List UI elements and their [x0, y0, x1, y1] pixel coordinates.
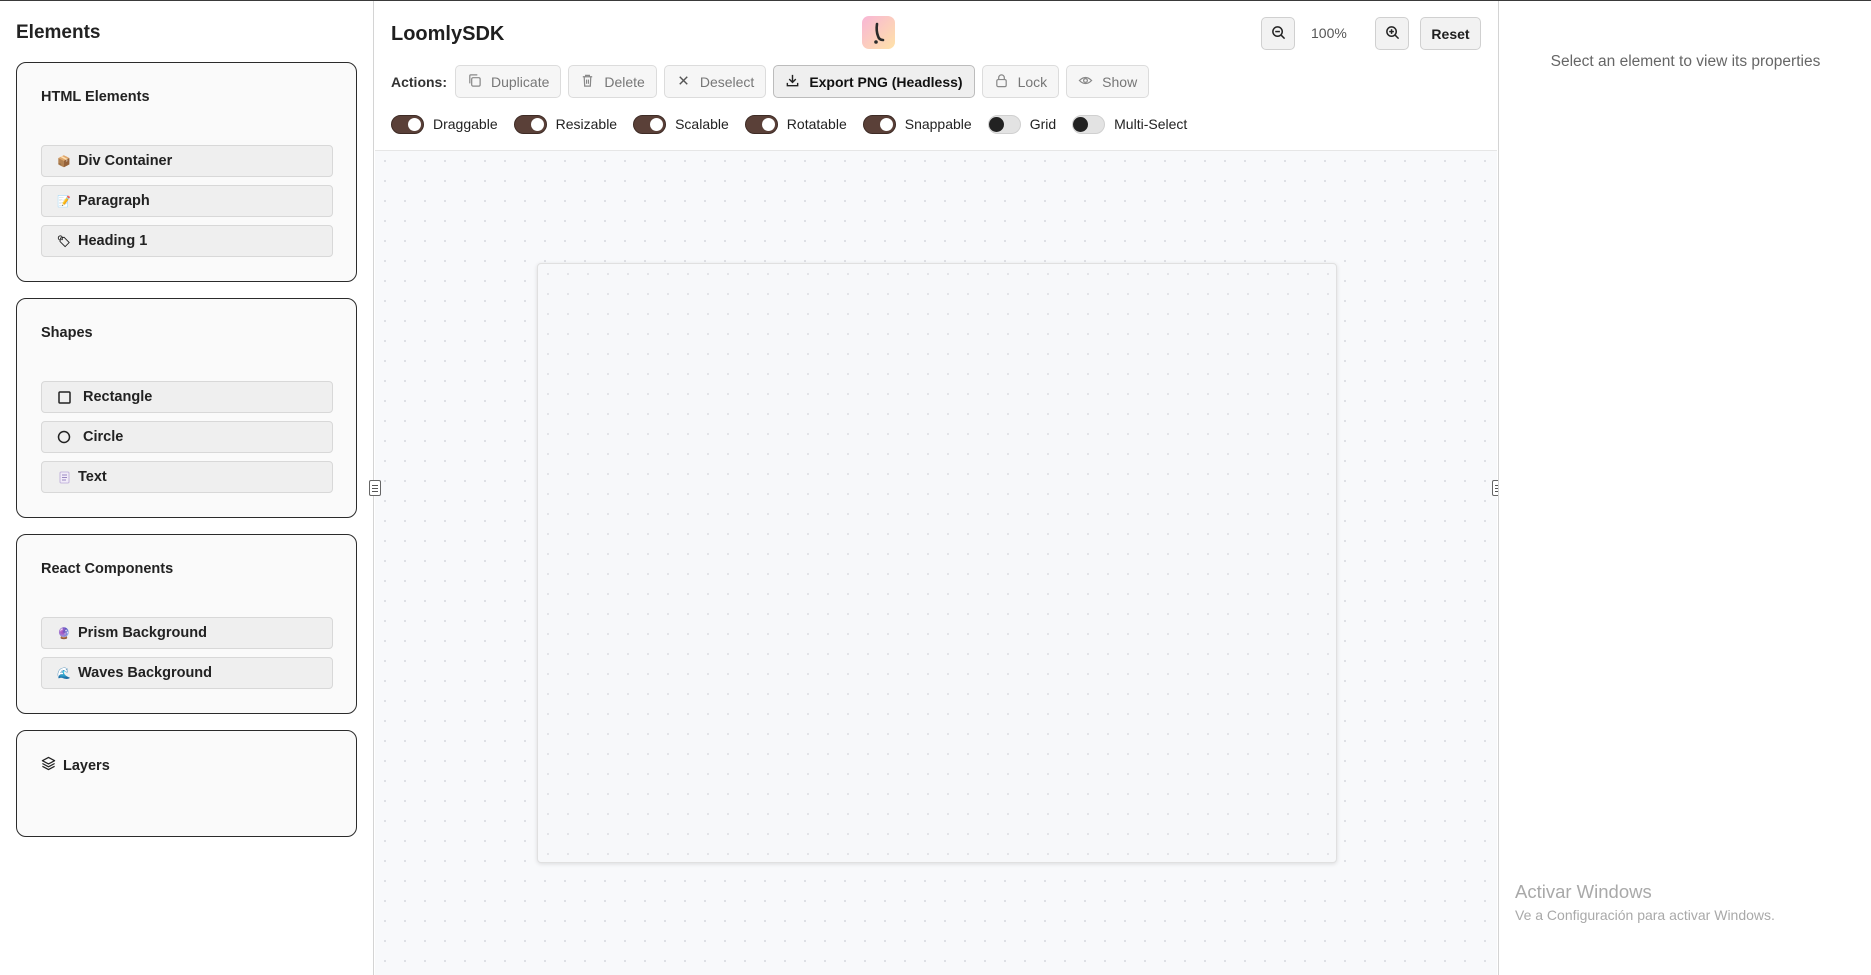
duplicate-label: Duplicate: [491, 73, 550, 90]
toggle-grid[interactable]: Grid: [987, 114, 1057, 134]
toggle-resizable[interactable]: Resizable: [513, 114, 618, 134]
toggle-snappable[interactable]: Snappable: [862, 114, 972, 134]
toggle-rotatable[interactable]: Rotatable: [744, 114, 847, 134]
layers-icon: [41, 756, 56, 775]
lock-button[interactable]: Lock: [981, 65, 1060, 98]
item-label: Prism Background: [78, 625, 207, 641]
deselect-button[interactable]: Deselect: [663, 65, 767, 98]
left-panel-resize-handle[interactable]: [369, 480, 381, 496]
add-prism-background-button[interactable]: 🔮 Prism Background: [41, 617, 333, 649]
toggle-switch[interactable]: [1072, 114, 1106, 134]
add-div-container-button[interactable]: 📦 Div Container: [41, 145, 333, 177]
react-components-panel: React Components 🔮 Prism Background 🌊 Wa…: [16, 534, 357, 714]
toggle-label: Rotatable: [786, 116, 847, 132]
reset-zoom-button[interactable]: Reset: [1420, 17, 1481, 50]
label-icon: 🏷: [57, 235, 71, 248]
item-label: Heading 1: [78, 233, 148, 249]
lock-label: Lock: [1017, 73, 1048, 90]
item-label: Waves Background: [78, 665, 213, 681]
add-rectangle-button[interactable]: Rectangle: [41, 381, 333, 413]
toggle-switch[interactable]: [862, 114, 896, 134]
html-elements-title: HTML Elements: [41, 89, 150, 105]
memo-icon: 📝: [57, 195, 71, 208]
wave-icon: 🌊: [57, 667, 71, 680]
text-icon: [57, 470, 71, 484]
zoom-out-icon: [1271, 25, 1286, 43]
toggle-switch[interactable]: [513, 114, 547, 134]
app-window: Elements HTML Elements 📦 Div Container 📝…: [0, 0, 1871, 975]
square-icon: [57, 390, 71, 404]
toggle-scalable[interactable]: Scalable: [633, 114, 729, 134]
delete-label: Delete: [604, 73, 645, 90]
toggle-switch[interactable]: [744, 114, 778, 134]
shapes-title: Shapes: [41, 325, 93, 341]
windows-activation-watermark: Activar Windows Ve a Configuración para …: [1515, 881, 1775, 923]
item-label: Rectangle: [83, 389, 153, 405]
copy-icon: [467, 73, 482, 91]
elements-sidebar: Elements HTML Elements 📦 Div Container 📝…: [0, 1, 374, 975]
toggle-label: Scalable: [675, 116, 729, 132]
toggle-switch[interactable]: [633, 114, 667, 134]
package-icon: 📦: [57, 155, 71, 168]
delete-button[interactable]: Delete: [568, 65, 657, 98]
item-label: Div Container: [78, 153, 173, 169]
item-label: Circle: [83, 429, 124, 445]
zoom-in-icon: [1385, 25, 1400, 43]
sidebar-title: Elements: [16, 22, 101, 43]
artboard[interactable]: [537, 263, 1337, 863]
toggle-draggable[interactable]: Draggable: [391, 114, 498, 134]
toggle-label: Snappable: [904, 116, 972, 132]
eye-icon: [1078, 73, 1093, 91]
canvas-viewport[interactable]: [375, 150, 1497, 975]
add-circle-button[interactable]: Circle: [41, 421, 333, 453]
toggle-switch[interactable]: [391, 114, 424, 134]
app-logo: [862, 16, 895, 49]
show-button[interactable]: Show: [1066, 65, 1150, 98]
export-png-label: Export PNG (Headless): [809, 73, 963, 90]
toggle-label: Grid: [1029, 116, 1057, 132]
react-components-title: React Components: [41, 561, 174, 577]
circle-icon: [57, 430, 71, 444]
editor-main: LoomlySDK 100% Reset Actions: Duplicate …: [375, 1, 1497, 975]
lock-icon: [994, 73, 1009, 91]
html-elements-panel: HTML Elements 📦 Div Container 📝 Paragrap…: [16, 62, 357, 282]
layers-panel: Layers: [16, 730, 357, 837]
zoom-in-button[interactable]: [1375, 17, 1409, 50]
actions-toolbar: Actions: Duplicate Delete Deselect Expor…: [391, 65, 1156, 98]
trash-icon: [580, 73, 595, 91]
layers-header: Layers: [41, 756, 110, 775]
deselect-label: Deselect: [699, 73, 755, 90]
x-icon: [676, 73, 691, 91]
shapes-panel: Shapes Rectangle Circle Text: [16, 298, 357, 518]
watermark-title: Activar Windows: [1515, 881, 1652, 902]
duplicate-button[interactable]: Duplicate: [455, 65, 562, 98]
item-label: Text: [78, 469, 107, 485]
export-png-button[interactable]: Export PNG (Headless): [773, 65, 975, 98]
actions-label: Actions:: [391, 73, 447, 90]
show-label: Show: [1102, 73, 1138, 90]
add-waves-background-button[interactable]: 🌊 Waves Background: [41, 657, 333, 689]
layers-title: Layers: [63, 757, 110, 774]
properties-empty-hint: Select an element to view its properties: [1550, 53, 1821, 70]
add-heading-button[interactable]: 🏷 Heading 1: [41, 225, 333, 257]
add-paragraph-button[interactable]: 📝 Paragraph: [41, 185, 333, 217]
item-label: Paragraph: [78, 193, 150, 209]
options-toggles: Draggable Resizable Scalable Rotatable S…: [391, 113, 1203, 135]
crystal-ball-icon: 🔮: [57, 627, 71, 640]
download-icon: [785, 73, 800, 91]
toggle-switch[interactable]: [987, 114, 1021, 134]
properties-panel: Select an element to view its properties…: [1498, 1, 1871, 975]
zoom-out-button[interactable]: [1261, 17, 1295, 50]
toggle-label: Draggable: [433, 116, 498, 132]
brand-name: LoomlySDK: [391, 23, 505, 45]
toggle-label: Multi-Select: [1114, 116, 1188, 132]
zoom-level: 100%: [1311, 25, 1347, 41]
watermark-subtitle: Ve a Configuración para activar Windows.: [1515, 907, 1775, 923]
toggle-label: Resizable: [555, 116, 618, 132]
add-text-button[interactable]: Text: [41, 461, 333, 493]
toggle-multi-select[interactable]: Multi-Select: [1072, 114, 1188, 134]
